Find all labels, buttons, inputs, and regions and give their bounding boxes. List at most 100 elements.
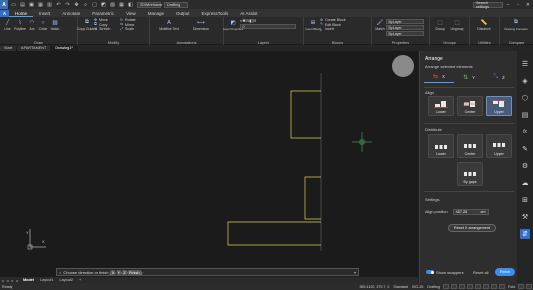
match-properties-icon[interactable]: 🖌 bbox=[376, 19, 384, 27]
ungroup-icon[interactable]: ⬚ bbox=[453, 19, 461, 27]
app-logo[interactable]: A bbox=[0, 0, 8, 9]
reset-all-link[interactable]: Reset all bbox=[473, 270, 489, 275]
status-text-style[interactable]: Standard bbox=[391, 285, 410, 289]
file-tab-drawing1[interactable]: Drawing1* bbox=[51, 45, 78, 51]
otrack-icon[interactable] bbox=[483, 284, 489, 289]
option-finish[interactable]: Finish bbox=[127, 269, 141, 275]
search-settings-input[interactable]: Search settings bbox=[473, 1, 503, 9]
insert-tool[interactable]: ⤓ Insert bbox=[320, 27, 348, 32]
option-x[interactable]: X bbox=[110, 269, 116, 275]
tab-expresstools[interactable]: ExpressTools bbox=[196, 10, 235, 17]
open-file-icon[interactable]: ▤ bbox=[19, 1, 26, 8]
save-icon[interactable]: ▣ bbox=[28, 1, 35, 8]
file-tab-start[interactable]: Start bbox=[0, 45, 18, 51]
drawing-canvas[interactable]: Y X bbox=[0, 51, 418, 277]
multiline-text-icon[interactable]: A bbox=[165, 19, 173, 27]
tab-manage[interactable]: Manage bbox=[142, 10, 170, 17]
status-fold[interactable]: Fold bbox=[506, 285, 517, 289]
finish-button[interactable]: Finish bbox=[495, 268, 515, 276]
axis-y-button[interactable]: ⇅ Y bbox=[454, 71, 484, 83]
tool-icon[interactable]: ⚒ bbox=[520, 212, 530, 222]
drafting-dropdown[interactable]: Drafting bbox=[164, 1, 188, 8]
insert-block-icon[interactable]: ⊞ bbox=[309, 19, 317, 27]
circle-icon[interactable]: ○ bbox=[39, 19, 47, 27]
distribute-by-gaps-button[interactable]: By gaps bbox=[457, 162, 483, 186]
arrange-icon[interactable]: ⇵ bbox=[520, 228, 530, 239]
fx-icon[interactable]: fx bbox=[520, 127, 530, 137]
align-upper-button[interactable]: Upper bbox=[486, 96, 512, 116]
layer-properties-icon[interactable]: ◩ bbox=[229, 19, 237, 27]
workspace-dropdown[interactable]: 2DWireframe bbox=[137, 1, 162, 8]
drawing-compare-icon[interactable]: ⧉ bbox=[512, 19, 520, 27]
color-dropdown[interactable]: ByLayer bbox=[386, 18, 424, 24]
layer-dropdown[interactable]: 0 bbox=[240, 23, 296, 29]
group-icon[interactable]: ⬚ bbox=[436, 19, 444, 27]
align-lower-button[interactable]: Lower bbox=[428, 96, 454, 116]
scale-tool[interactable]: ⤢ Scale bbox=[120, 27, 146, 32]
line-icon[interactable]: ╱ bbox=[4, 19, 12, 27]
app-menu-button[interactable]: A bbox=[0, 10, 9, 17]
layer-icon[interactable]: ◩ bbox=[100, 1, 107, 8]
attach-icon[interactable]: ⊞ bbox=[520, 195, 530, 205]
redo-icon[interactable]: ↷ bbox=[64, 1, 71, 8]
status-workspace[interactable]: Drafting bbox=[425, 285, 442, 289]
polyline-icon[interactable]: ⌇ bbox=[16, 19, 24, 27]
settings-icon[interactable]: ⚙ bbox=[520, 161, 530, 171]
hatch-tool-icon[interactable]: ▨ bbox=[51, 19, 59, 27]
tab-annotate[interactable]: Annotate bbox=[56, 10, 86, 17]
snap-icon[interactable] bbox=[443, 284, 449, 289]
lineweight-dropdown[interactable]: ByLayer bbox=[386, 30, 424, 36]
print-icon[interactable]: ▥ bbox=[46, 1, 53, 8]
tab-ai-assist[interactable]: AI Assist bbox=[234, 10, 263, 17]
new-file-icon[interactable]: ▭ bbox=[10, 1, 17, 8]
tab-output[interactable]: Output bbox=[170, 10, 196, 17]
hatch-icon[interactable]: ▨ bbox=[109, 1, 116, 8]
command-line[interactable]: × Choose direction or finish [X/Y/Z/Fini… bbox=[56, 268, 359, 276]
tab-view[interactable]: View bbox=[120, 10, 142, 17]
pan-icon[interactable]: ✥ bbox=[73, 1, 80, 8]
add-layout-icon[interactable]: + bbox=[76, 278, 84, 282]
axis-z-button[interactable]: ⤡ Z bbox=[484, 71, 514, 83]
lineweight-icon[interactable] bbox=[491, 284, 497, 289]
customize-icon[interactable] bbox=[526, 284, 532, 289]
polar-icon[interactable] bbox=[467, 284, 473, 289]
tab-home[interactable]: Home bbox=[9, 10, 34, 17]
file-tab-apartament[interactable]: APARTAMENT bbox=[17, 45, 52, 51]
ortho-icon[interactable] bbox=[459, 284, 465, 289]
option-z[interactable]: Z bbox=[122, 269, 127, 275]
tab-parametric[interactable]: Parametric bbox=[86, 10, 120, 17]
align-position-input[interactable]: 457.28 cm bbox=[452, 209, 489, 215]
close-window-icon[interactable]: ✕ bbox=[523, 0, 533, 9]
show-snappers-toggle[interactable] bbox=[426, 270, 434, 274]
distribute-center-button[interactable]: Center bbox=[457, 134, 483, 158]
grid-mode-icon[interactable] bbox=[451, 284, 457, 289]
maximize-icon[interactable]: ▫ bbox=[513, 0, 523, 9]
distribute-lower-button[interactable]: Lower bbox=[428, 134, 454, 158]
layers-icon[interactable]: ◈ bbox=[520, 76, 530, 86]
cloud-icon[interactable]: ☁ bbox=[520, 178, 530, 188]
annotation-scale-icon[interactable] bbox=[518, 284, 524, 289]
osnap-icon[interactable] bbox=[475, 284, 481, 289]
zoom-icon[interactable]: ⌕ bbox=[82, 1, 89, 8]
linetype-dropdown[interactable]: ByLayer bbox=[386, 24, 424, 30]
layer-match-icon[interactable]: ⊟ bbox=[253, 18, 256, 23]
navigation-sphere[interactable] bbox=[392, 55, 414, 77]
undo-icon[interactable]: ↶ bbox=[55, 1, 62, 8]
align-center-button[interactable]: Center bbox=[457, 96, 483, 116]
layout-tab-model[interactable]: Model bbox=[20, 278, 37, 282]
layout-tab-layout1[interactable]: Layout1 bbox=[37, 278, 57, 282]
axis-x-button[interactable]: ⇆ X bbox=[424, 71, 454, 83]
layout-tab-layout2[interactable]: Layout2 bbox=[56, 278, 76, 282]
save-as-icon[interactable]: ▦ bbox=[37, 1, 44, 8]
properties-icon[interactable]: ☰ bbox=[520, 59, 530, 69]
blocks-icon[interactable]: ⬡ bbox=[520, 93, 530, 103]
minimize-icon[interactable]: – bbox=[503, 0, 513, 9]
arc-icon[interactable]: ◠ bbox=[28, 19, 36, 27]
stretch-tool[interactable]: ⇲ Stretch bbox=[94, 27, 120, 32]
distribute-upper-button[interactable]: Upper bbox=[486, 134, 512, 158]
tab-insert[interactable]: Insert bbox=[33, 10, 56, 17]
visual-style-icon[interactable]: ◧ bbox=[127, 1, 134, 8]
copy-guided-icon[interactable]: ⧉ bbox=[83, 19, 91, 27]
selection-icon[interactable]: ▢ bbox=[91, 1, 98, 8]
reset-arrangement-button[interactable]: Reset X arrangement bbox=[448, 224, 496, 232]
